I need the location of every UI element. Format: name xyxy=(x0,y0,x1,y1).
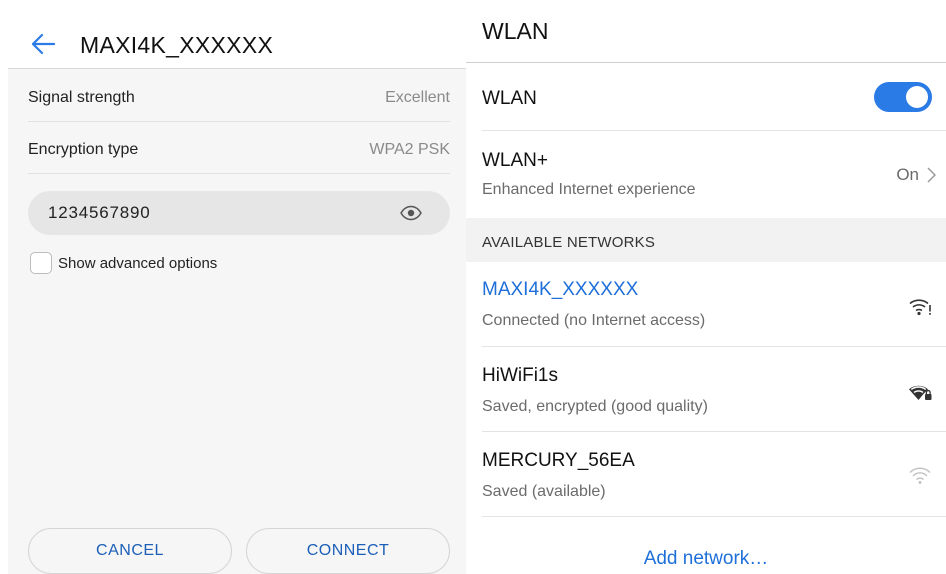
header-divider xyxy=(8,68,466,69)
encryption-type-value: WPA2 PSK xyxy=(369,141,450,158)
back-arrow-icon[interactable] xyxy=(30,31,56,57)
network-name: HiWiFi1s xyxy=(482,365,558,386)
encryption-type-row: Encryption type WPA2 PSK xyxy=(28,122,450,174)
password-field[interactable] xyxy=(28,191,450,235)
available-networks-label: AVAILABLE NETWORKS xyxy=(482,234,656,251)
signal-strength-row: Signal strength Excellent xyxy=(28,70,450,122)
wifi-no-internet-icon xyxy=(908,296,932,316)
wlan-plus-status[interactable]: On xyxy=(896,165,936,185)
divider xyxy=(482,431,946,432)
password-input[interactable] xyxy=(28,191,388,235)
divider xyxy=(482,130,946,131)
show-advanced-options[interactable]: Show advanced options xyxy=(30,252,217,274)
wlan-settings-panel: WLAN WLAN WLAN+ Enhanced Internet experi… xyxy=(466,0,946,574)
available-networks-header: AVAILABLE NETWORKS xyxy=(466,218,946,262)
advanced-options-checkbox[interactable] xyxy=(30,252,52,274)
wlan-plus-value: On xyxy=(896,165,919,184)
encryption-type-label: Encryption type xyxy=(28,141,139,158)
cancel-button[interactable]: CANCEL xyxy=(28,528,232,574)
wlan-plus-subtitle: Enhanced Internet experience xyxy=(482,181,696,198)
wlan-plus-title: WLAN+ xyxy=(482,150,548,171)
add-network-link[interactable]: Add network… xyxy=(466,548,946,570)
network-name: MAXI4K_XXXXXX xyxy=(482,279,639,300)
wifi-locked-icon xyxy=(908,381,932,401)
toggle-knob xyxy=(906,86,928,108)
network-item[interactable]: HiWiFi1s Saved, encrypted (good quality) xyxy=(482,365,946,429)
network-status: Connected (no Internet access) xyxy=(482,312,706,329)
network-detail-panel: MAXI4K_XXXXXX Signal strength Excellent … xyxy=(8,0,466,574)
chevron-right-icon xyxy=(927,167,936,183)
eye-icon[interactable] xyxy=(400,205,422,221)
network-status: Saved (available) xyxy=(482,483,606,500)
wifi-weak-icon xyxy=(908,465,932,485)
divider xyxy=(482,516,946,517)
signal-strength-label: Signal strength xyxy=(28,89,135,106)
wlan-toggle-switch[interactable] xyxy=(874,82,932,112)
advanced-options-label: Show advanced options xyxy=(58,254,218,272)
network-item[interactable]: MAXI4K_XXXXXX Connected (no Internet acc… xyxy=(482,279,946,343)
divider xyxy=(482,346,946,347)
network-item[interactable]: MERCURY_56EA Saved (available) xyxy=(482,450,946,514)
connect-button[interactable]: CONNECT xyxy=(246,528,450,574)
signal-strength-value: Excellent xyxy=(385,89,450,106)
wlan-header-divider xyxy=(466,62,946,63)
wlan-toggle-label: WLAN xyxy=(482,88,537,109)
network-title: MAXI4K_XXXXXX xyxy=(80,32,274,58)
wlan-page-title: WLAN xyxy=(482,18,549,44)
network-status: Saved, encrypted (good quality) xyxy=(482,398,708,415)
network-name: MERCURY_56EA xyxy=(482,450,635,471)
detail-header: MAXI4K_XXXXXX xyxy=(8,0,466,68)
